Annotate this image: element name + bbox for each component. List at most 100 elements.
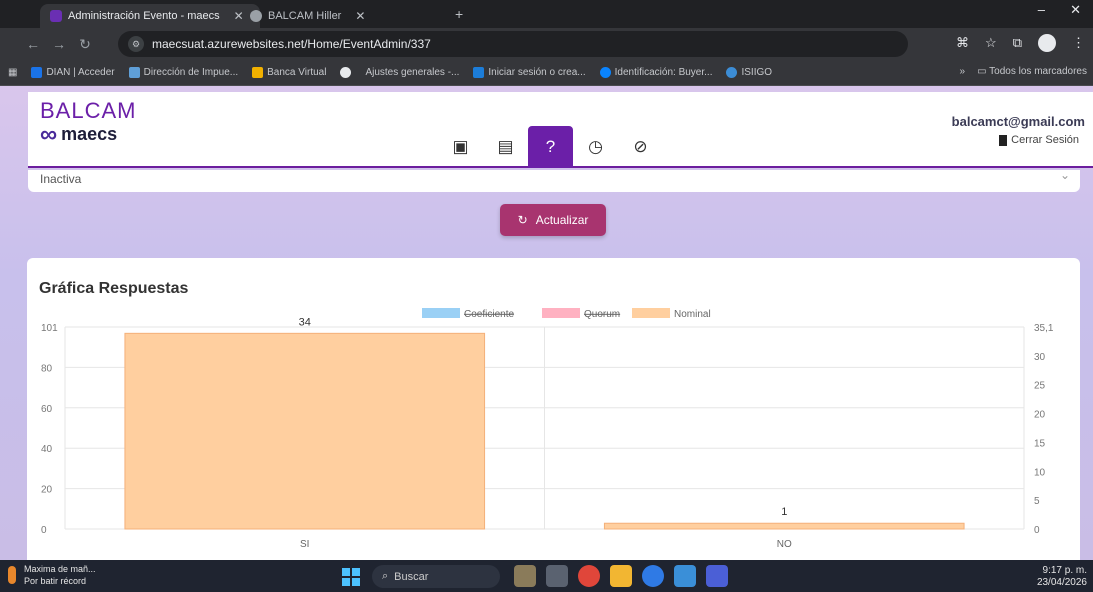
bookmark-item[interactable]: Iniciar sesión o crea... xyxy=(473,67,586,78)
all-bookmarks[interactable]: ▭ Todos los marcadores xyxy=(977,66,1087,77)
page-content: BALCAM ∞ maecs ▣ ▤ ? ◷ ⊘ balcamct@gmail.… xyxy=(0,86,1093,560)
minimize-icon[interactable]: – xyxy=(1038,2,1045,17)
bookmarks-overflow-icon[interactable]: » xyxy=(960,66,966,77)
bookmark-item[interactable]: Banca Virtual xyxy=(252,67,326,78)
apps-icon[interactable]: ▦ xyxy=(8,67,17,78)
question-icon[interactable]: ? xyxy=(528,126,573,168)
y-right-tick-label: 15 xyxy=(1034,438,1046,449)
y-right-tick-label: 10 xyxy=(1034,467,1046,478)
tab-title: BALCAM Hiller xyxy=(268,10,342,22)
app-header: BALCAM ∞ maecs ▣ ▤ ? ◷ ⊘ balcamct@gmail.… xyxy=(28,92,1093,168)
bank-icon xyxy=(252,67,264,78)
y-left-tick-label: 20 xyxy=(41,485,53,496)
refresh-icon: ↻ xyxy=(517,213,528,227)
bar-si xyxy=(124,332,486,530)
status-text: Inactiva xyxy=(40,172,82,186)
brand-logo[interactable]: BALCAM ∞ maecs xyxy=(40,98,136,146)
y-right-tick-label: 30 xyxy=(1034,352,1046,363)
dian-icon xyxy=(31,67,43,78)
menu-icon[interactable]: ⋮ xyxy=(1072,35,1085,51)
file-explorer-icon[interactable] xyxy=(610,565,632,587)
calendar-icon[interactable]: ▣ xyxy=(438,126,483,168)
bookmark-item[interactable]: ISIIGO xyxy=(726,67,772,78)
brand-bottom: maecs xyxy=(61,124,118,144)
tab-inactive[interactable]: BALCAM Hiller ✕ xyxy=(240,4,450,28)
timer-icon[interactable]: ◷ xyxy=(573,126,618,168)
teams-icon[interactable] xyxy=(706,565,728,587)
address-bar[interactable]: ⚙ maecsuat.azurewebsites.net/Home/EventA… xyxy=(118,31,908,57)
siigo-icon xyxy=(726,67,738,78)
weather-line2: Por batir récord xyxy=(24,576,87,586)
legend-swatch xyxy=(542,308,580,318)
bookmark-item[interactable] xyxy=(340,67,352,78)
y-right-tick-label: 20 xyxy=(1034,410,1046,421)
door-icon xyxy=(999,134,1008,146)
response-chart: 0 20 40 60 80 101 0 5 10 15 20 25 30 35,1 34 SI 1 NO Coefi… xyxy=(41,308,1054,550)
close-window-icon[interactable]: ✕ xyxy=(1070,2,1081,18)
browser-tab-strip: Administración Evento - maecs ✕ BALCAM H… xyxy=(0,0,1093,28)
profile-avatar[interactable] xyxy=(1038,34,1056,52)
data-label: 1 xyxy=(781,506,787,518)
y-left-tick-label: 80 xyxy=(41,363,53,374)
bookmark-star-icon[interactable]: ☆ xyxy=(985,35,997,51)
widget-app-icon[interactable] xyxy=(514,565,536,587)
balcam-favicon-icon xyxy=(250,10,262,22)
clock[interactable]: 9:17 p. m. 23/04/2026 xyxy=(1037,565,1087,589)
user-email: balcamct@gmail.com xyxy=(951,114,1085,129)
taskbar-search[interactable]: ⌕ Buscar xyxy=(372,565,500,588)
x-tick-label: SI xyxy=(300,539,309,550)
chrome-icon[interactable] xyxy=(578,565,600,587)
status-card: Inactiva ⌄ xyxy=(28,168,1080,192)
chart-card: Gráfica Respuestas 0 20 40 60 80 101 0 5 10 15 20 2… xyxy=(27,258,1080,560)
dian-icon xyxy=(128,67,140,78)
y-left-tick-label: 0 xyxy=(41,525,47,536)
browser-toolbar: ← → ↻ ⚙ maecsuat.azurewebsites.net/Home/… xyxy=(0,28,1093,60)
weather-line1: Maxima de mañ... xyxy=(24,564,96,574)
legend-label: Quorum xyxy=(584,309,620,320)
reload-icon[interactable]: ↻ xyxy=(72,36,98,53)
y-right-tick-label: 35,1 xyxy=(1034,323,1054,334)
identification-icon xyxy=(599,67,611,78)
forward-icon[interactable]: → xyxy=(46,36,72,52)
app-icon[interactable] xyxy=(642,565,664,587)
task-view-icon[interactable] xyxy=(546,565,568,587)
y-left-tick-label: 60 xyxy=(41,404,53,415)
legend-swatch xyxy=(422,308,460,318)
search-icon: ⌕ xyxy=(382,570,389,582)
bookmark-item[interactable]: Identificación: Buyer... xyxy=(599,67,712,78)
bookmarks-bar: ▦ DIAN | Acceder Dirección de Impue... B… xyxy=(0,60,1093,86)
cancel-icon[interactable]: ⊘ xyxy=(618,126,663,168)
tab-active[interactable]: Administración Evento - maecs ✕ xyxy=(40,4,260,28)
bar-no xyxy=(603,522,965,530)
windows-taskbar: Maxima de mañ... Por batir récord ⌕ Busc… xyxy=(0,560,1093,592)
header-nav: ▣ ▤ ? ◷ ⊘ xyxy=(438,126,663,168)
logout-link[interactable]: Cerrar Sesión xyxy=(999,134,1079,146)
chevron-icon[interactable]: ⌄ xyxy=(1060,168,1070,182)
tab-title: Administración Evento - maecs xyxy=(68,10,220,22)
new-tab-icon[interactable]: + xyxy=(455,6,463,22)
url-text: maecsuat.azurewebsites.net/Home/EventAdm… xyxy=(152,37,431,51)
document-icon[interactable]: ▤ xyxy=(483,126,528,168)
data-label: 34 xyxy=(299,316,311,328)
x-tick-label: NO xyxy=(777,539,792,550)
back-icon[interactable]: ← xyxy=(20,36,46,52)
extensions-icon[interactable]: ⧉ xyxy=(1013,35,1022,51)
windows-start-icon[interactable] xyxy=(342,568,360,586)
bookmark-item[interactable]: Dirección de Impue... xyxy=(128,67,238,78)
legend-swatch xyxy=(632,308,670,318)
y-right-tick-label: 5 xyxy=(1034,496,1040,507)
globe-icon xyxy=(340,67,352,78)
legend-label: Nominal xyxy=(674,309,711,320)
store-icon[interactable] xyxy=(674,565,696,587)
bookmark-item[interactable]: DIAN | Acceder xyxy=(31,67,115,78)
translate-icon[interactable]: ⌘ xyxy=(956,35,969,51)
site-settings-icon[interactable]: ⚙ xyxy=(128,36,144,52)
bookmark-item[interactable]: Ajustes generales -... xyxy=(365,67,459,78)
weather-widget[interactable]: Maxima de mañ... Por batir récord xyxy=(8,563,96,587)
close-tab-icon[interactable]: ✕ xyxy=(355,9,365,23)
refresh-button[interactable]: ↻ Actualizar xyxy=(500,204,606,236)
folder-icon: ▭ xyxy=(977,66,987,77)
y-right-tick-label: 25 xyxy=(1034,381,1046,392)
thermometer-icon xyxy=(8,566,16,584)
y-right-tick-label: 0 xyxy=(1034,525,1040,536)
